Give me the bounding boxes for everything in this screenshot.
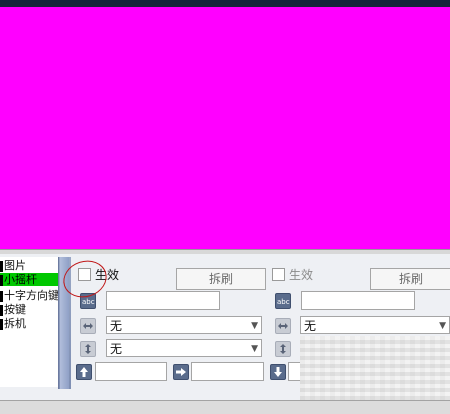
- up-key-input[interactable]: [95, 362, 167, 381]
- horizontal-arrows-icon: [80, 318, 96, 334]
- list-item[interactable]: 图片: [0, 259, 58, 272]
- arrow-up-icon: [76, 364, 92, 380]
- list-item-selected[interactable]: 小摇杆: [0, 273, 58, 286]
- right-key-input[interactable]: [191, 362, 264, 381]
- bind-button[interactable]: 拆刷: [370, 268, 450, 290]
- vertical-arrows-icon: [80, 341, 96, 357]
- arrow-right-icon: [173, 364, 189, 380]
- svg-text:abc: abc: [277, 298, 290, 306]
- horizontal-arrows-icon: [275, 318, 291, 334]
- list-marker-icon: [0, 274, 3, 286]
- component-list[interactable]: 图片 小摇杆 十字方向键 按键 拆机: [0, 257, 59, 387]
- list-marker-icon: [0, 304, 3, 316]
- horizontal-axis-select[interactable]: 无 ▼: [300, 316, 450, 334]
- enable-label: 生效: [289, 268, 314, 282]
- list-item[interactable]: 十字方向键: [0, 289, 58, 302]
- svg-text:abc: abc: [82, 298, 95, 306]
- enable-checkbox[interactable]: [272, 268, 285, 281]
- arrow-down-icon: [270, 364, 286, 380]
- pixelated-overlay: [300, 336, 450, 400]
- bind-button[interactable]: 拆刷: [176, 268, 266, 290]
- horizontal-axis-select[interactable]: 无 ▼: [106, 316, 262, 334]
- abc-icon: abc: [275, 293, 291, 309]
- vertical-axis-select[interactable]: 无 ▼: [106, 339, 262, 357]
- window-top-strip: [0, 0, 450, 7]
- vertical-arrows-icon: [275, 341, 291, 357]
- status-bar: [0, 400, 450, 414]
- list-item[interactable]: 拆机: [0, 317, 58, 330]
- list-item[interactable]: 按键: [0, 303, 58, 316]
- key-input[interactable]: [301, 291, 415, 310]
- chevron-down-icon: ▼: [251, 321, 258, 331]
- preview-canvas[interactable]: [0, 7, 450, 249]
- list-marker-icon: [0, 260, 3, 272]
- list-marker-icon: [0, 318, 3, 330]
- key-input[interactable]: [106, 291, 220, 310]
- chevron-down-icon: ▼: [439, 321, 446, 331]
- chevron-down-icon: ▼: [251, 344, 258, 354]
- list-marker-icon: [0, 290, 3, 302]
